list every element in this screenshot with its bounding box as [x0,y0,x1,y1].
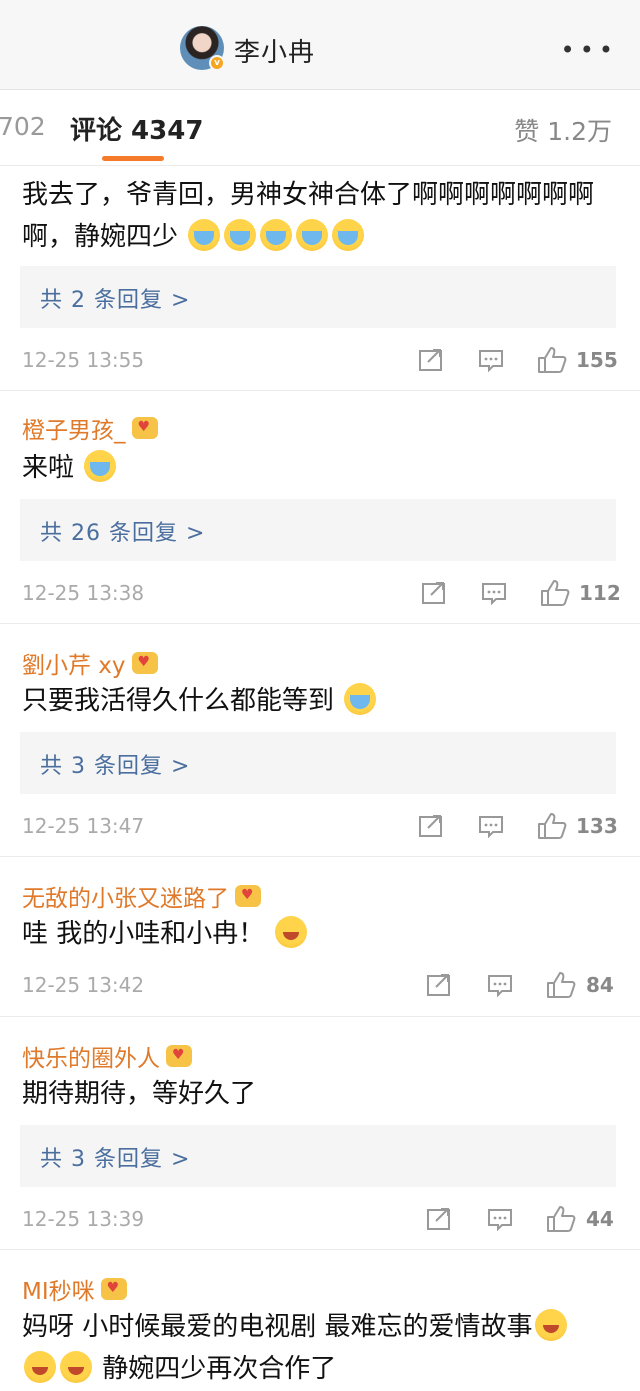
comment-text: 期待期待，等好久了 [22,1079,257,1109]
comment-username[interactable]: 橙子男孩_ [22,411,158,445]
tab-reposts-partial[interactable]: 702 [0,112,46,141]
comment-icon[interactable] [487,973,513,997]
like-icon[interactable] [537,812,567,840]
crying-emoji-icon [332,219,365,251]
comment-timestamp: 12-25 13:39 [22,1207,145,1231]
crying-emoji-icon [224,219,257,251]
sweat-smile-emoji-icon [60,1351,92,1383]
comment-username[interactable]: 快乐的圈外人 [22,1039,192,1073]
share-icon[interactable] [426,973,452,997]
like-icon[interactable] [540,579,570,607]
vip-crown-icon [235,885,261,907]
comment-username[interactable]: 劉小芹 xy [22,646,158,680]
tab-likes[interactable]: 赞 1.2万 [514,112,612,148]
replies-count-label: 共 26 条回复 > [40,521,206,546]
sweat-smile-emoji-icon [24,1351,56,1383]
like-count: 155 [576,348,618,372]
vip-crown-icon [100,1278,127,1300]
tab-bar: 702 评论 4347 赞 1.2万 [0,90,640,166]
excited-emoji-icon [274,916,307,948]
comment-item: 劉小芹 xy 只要我活得久什么都能等到 共 3 条回复 > 12-25 13:4… [0,624,640,857]
comment-item: 橙子男孩_ 来啦 共 26 条回复 > 12-25 13:38 112 [0,391,640,624]
top-bar: v 李小冉 ••• [0,0,640,90]
comment-item: 无敌的小张又迷路了 哇 我的小哇和小冉！ 12-25 13:42 84 [0,857,640,1017]
comment-meta: 12-25 13:38 112 [0,579,640,611]
like-count: 84 [586,973,614,997]
share-icon[interactable] [418,348,444,372]
comment-text: 哇 我的小哇和小冉！ [22,913,610,955]
comment-meta: 12-25 13:42 84 [0,971,640,1003]
comment-timestamp: 12-25 13:47 [22,814,145,838]
view-replies-button[interactable]: 共 3 条回复 > [20,1125,616,1187]
comment-item: 我去了，爷青回，男神女神合体了啊啊啊啊啊啊啊啊，静婉四少 共 2 条回复 > 1… [0,166,640,391]
replies-count-label: 共 2 条回复 > [40,288,191,313]
comment-meta: 12-25 13:47 133 [0,812,640,844]
crying-emoji-icon [84,450,117,482]
crying-emoji-icon [188,219,221,251]
vip-crown-icon [131,417,158,439]
sweat-smile-emoji-icon [534,1309,567,1341]
comment-icon[interactable] [478,814,504,838]
verified-badge-icon: v [209,55,225,71]
replies-count-label: 共 3 条回复 > [40,1147,191,1172]
more-options-icon[interactable]: ••• [561,36,618,64]
view-replies-button[interactable]: 共 26 条回复 > [20,499,616,561]
replies-count-label: 共 3 条回复 > [40,754,191,779]
comment-text: 来啦 [22,447,610,489]
share-icon[interactable] [421,581,447,605]
comment-text: 妈呀 小时候最爱的电视剧 最难忘的爱情故事 静婉四少再次合作了 [22,1306,620,1390]
like-count: 44 [586,1207,614,1231]
tab-comments[interactable]: 评论 4347 [70,110,203,147]
like-count: 133 [576,814,618,838]
active-tab-indicator [102,156,164,161]
page-title: 李小冉 [234,38,316,68]
comment-username[interactable]: MI秒咪 [22,1272,127,1306]
comment-meta: 12-25 13:55 155 [0,346,640,378]
crying-emoji-icon [296,219,329,251]
comment-meta: 12-25 13:39 44 [0,1205,640,1237]
like-icon[interactable] [546,1205,576,1233]
comment-icon[interactable] [481,581,507,605]
comment-timestamp: 12-25 13:55 [22,348,145,372]
comment-item: 快乐的圈外人 期待期待，等好久了 共 3 条回复 > 12-25 13:39 4… [0,1017,640,1250]
vip-crown-icon [131,652,158,674]
comment-timestamp: 12-25 13:42 [22,973,145,997]
comment-username[interactable]: 无敌的小张又迷路了 [22,879,261,913]
comment-timestamp: 12-25 13:38 [22,581,145,605]
share-icon[interactable] [418,814,444,838]
comment-text: 我去了，爷青回，男神女神合体了啊啊啊啊啊啊啊啊，静婉四少 [22,180,595,252]
comment-text: 只要我活得久什么都能等到 [22,680,610,722]
view-replies-button[interactable]: 共 2 条回复 > [20,266,616,328]
crying-emoji-icon [260,219,293,251]
like-icon[interactable] [537,346,567,374]
vip-crown-icon [166,1045,192,1067]
share-icon[interactable] [426,1207,452,1231]
like-count: 112 [579,581,621,605]
comment-icon[interactable] [478,348,504,372]
comment-icon[interactable] [487,1207,513,1231]
like-icon[interactable] [546,971,576,999]
view-replies-button[interactable]: 共 3 条回复 > [20,732,616,794]
crying-emoji-icon [344,683,377,715]
comment-item: MI秒咪 妈呀 小时候最爱的电视剧 最难忘的爱情故事 静婉四少再次合作了 [0,1250,640,1391]
